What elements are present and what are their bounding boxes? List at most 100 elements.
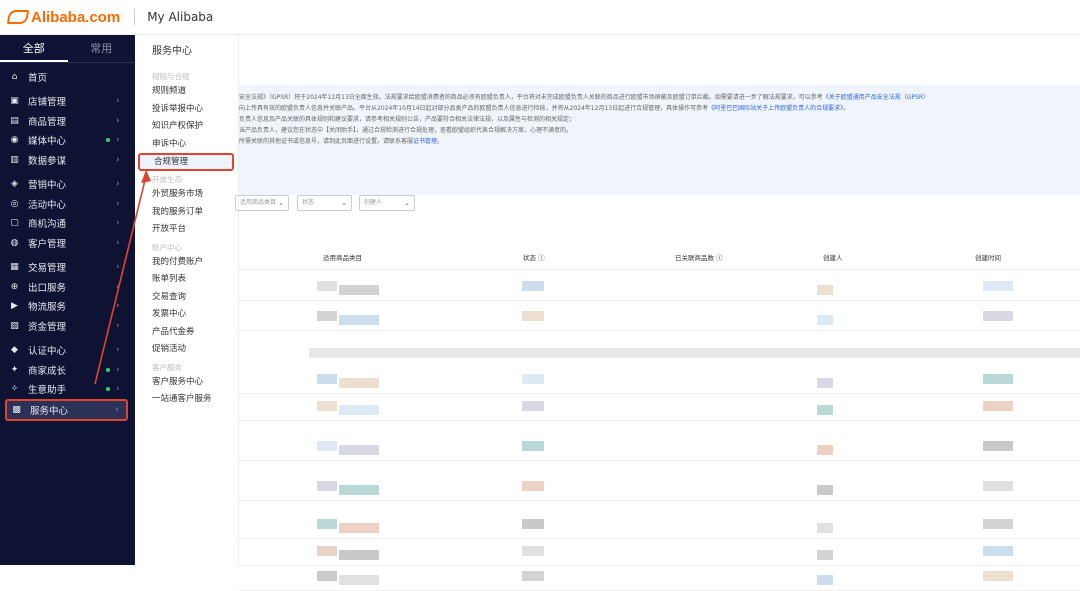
submenu-group-label: 规则与合规 — [152, 72, 190, 81]
table-header: 适用商品类目 状态 ⓘ 已关联商品数 ⓘ 创建人 创建时间 — [239, 242, 1080, 270]
sidebar-item-14[interactable]: ✦ 商家成长 › — [0, 360, 135, 380]
main-content: 安全法规》（GPSR）将于2024年12月13日全面生效。法规要求给欧盟消费者的… — [235, 35, 1080, 591]
sidebar-item-label: 认证中心 — [28, 346, 67, 358]
activity-icon: ◎ — [10, 198, 19, 209]
notice-text: 负责人信息及产品关联的具体规则和建议要求，请参考相关规则公告，产品要符合相关法律… — [239, 116, 576, 123]
top-bar: Alibaba.com My Alibaba — [0, 0, 1080, 35]
sidebar-item-7[interactable]: ▢ 商机沟通 › — [0, 214, 135, 234]
header-divider — [134, 9, 136, 25]
sidebar-item-2[interactable]: ▤ 商品管理 › — [0, 111, 135, 131]
submenu-item[interactable]: 一站通客户服务 — [152, 391, 238, 409]
blurred-cell-content — [817, 445, 833, 455]
sidebar-item-0[interactable]: ⌂ 首页 — [0, 67, 135, 87]
table-row[interactable] — [239, 368, 1080, 394]
alibaba-logo-icon — [6, 10, 30, 24]
column-header-2[interactable]: 已关联商品数 ⓘ — [675, 252, 723, 262]
submenu-item[interactable]: 申诉中心 — [152, 136, 238, 154]
table-row[interactable] — [239, 565, 1080, 591]
notice-link[interactable]: 证书管理 — [413, 138, 437, 145]
submenu-item[interactable]: 知识产权保护 — [152, 118, 238, 136]
filter-select-2[interactable]: 创建人 ⌄ — [359, 195, 415, 211]
sidebar-item-label: 店铺管理 — [28, 97, 67, 109]
table-row[interactable] — [239, 275, 1080, 301]
filter-placeholder: 创建人 — [364, 199, 383, 206]
assistant-icon: ✧ — [10, 384, 19, 395]
blurred-cell-content — [522, 571, 544, 581]
new-badge-dot — [106, 387, 110, 392]
column-header-label: 状态 — [523, 254, 536, 262]
sidebar-item-label: 首页 — [28, 72, 48, 84]
filter-select-0[interactable]: 适用商品类目 ⌄ — [235, 195, 289, 211]
sidebar-tab-1[interactable]: 常用 — [68, 35, 136, 62]
sidebar-item-8[interactable]: ◍ 客户管理 › — [0, 233, 135, 253]
submenu-item[interactable]: 我的服务订单 — [152, 204, 238, 222]
sidebar-tab-0[interactable]: 全部 — [0, 35, 68, 62]
app-title[interactable]: My Alibaba — [147, 10, 213, 24]
blurred-cell-content — [317, 481, 337, 491]
filter-select-1[interactable]: 状态 ⌄ — [297, 195, 352, 211]
notice-link[interactable]: 《阿里巴巴国际站关于上传欧盟负责人的合规要求》 — [708, 105, 843, 112]
blurred-cell-content — [817, 378, 833, 388]
blurred-cell-content — [817, 485, 833, 495]
logistics-icon: ▶ — [11, 301, 18, 312]
finance-icon: ▧ — [10, 320, 19, 331]
submenu-item[interactable]: 外贸服务市场 — [152, 186, 238, 204]
notice-text: 向上传具有效的欧盟负责人信息并关联产品。平台从2024年10月14日起对部分品类… — [239, 105, 709, 112]
submenu-item[interactable]: 投诉举报中心 — [152, 101, 238, 119]
help-circle-icon[interactable]: ⓘ — [714, 254, 723, 262]
blurred-cell-content — [317, 374, 337, 384]
sidebar-item-12[interactable]: ▧ 资金管理 › — [0, 316, 135, 336]
column-header-4[interactable]: 创建时间 — [975, 252, 1001, 262]
sidebar-item-11[interactable]: ▶ 物流服务 › — [0, 297, 135, 317]
help-circle-icon[interactable]: ⓘ — [536, 254, 545, 262]
sidebar-item-13[interactable]: ◆ 认证中心 › — [0, 341, 135, 361]
table-row[interactable] — [239, 540, 1080, 566]
table-row[interactable] — [239, 435, 1080, 461]
sidebar-item-4[interactable]: ▥ 数据参谋 › — [0, 150, 135, 170]
submenu-item[interactable]: 客户服务中心 — [152, 374, 238, 392]
submenu-item[interactable]: 账单列表 — [152, 271, 238, 289]
blurred-cell-content — [983, 481, 1013, 491]
submenu-item[interactable]: 规则频道 — [152, 83, 238, 101]
submenu-item[interactable]: 我的付费账户 — [152, 254, 238, 272]
blurred-cell-content — [983, 441, 1013, 451]
sidebar-item-15[interactable]: ✧ 生意助手 › — [0, 380, 135, 400]
sidebar-item-5[interactable]: ◈ 营销中心 › — [0, 175, 135, 195]
column-header-1[interactable]: 状态 ⓘ — [523, 252, 545, 262]
sidebar-item-16[interactable]: ▩ 服务中心 › — [5, 399, 128, 421]
table-row[interactable] — [239, 395, 1080, 421]
chevron-down-icon: ⌄ — [341, 199, 347, 207]
sidebar-item-3[interactable]: ◉ 媒体中心 › — [0, 131, 135, 151]
submenu-item[interactable]: 发票中心 — [152, 306, 238, 324]
submenu-title: 服务中心 — [152, 46, 192, 57]
submenu-item[interactable]: 促销活动 — [152, 341, 238, 359]
customer-icon: ◍ — [10, 237, 19, 248]
chevron-right-icon: › — [116, 198, 120, 209]
table-row[interactable] — [239, 475, 1080, 501]
submenu-group-label: 开放生态 — [152, 175, 182, 184]
notice-line: 所需关联的其他证书或信息号，请到此页面进行设置。请联系客服证书管理。 — [239, 136, 443, 145]
sidebar-item-10[interactable]: ⊕ 出口服务 › — [0, 277, 135, 297]
sidebar-item-label: 交易管理 — [28, 263, 67, 275]
notice-text: 当产品负责人，建议您在状态中【关闭助手】，通过合规检测进行合规处理，查看欧盟组织… — [239, 127, 573, 134]
table-row[interactable] — [239, 513, 1080, 539]
filter-placeholder: 适用商品类目 — [240, 199, 277, 206]
submenu-item[interactable]: 产品代金券 — [152, 324, 238, 342]
sidebar-item-6[interactable]: ◎ 活动中心 › — [0, 194, 135, 214]
column-header-0[interactable]: 适用商品类目 — [323, 252, 362, 262]
sidebar-item-9[interactable]: ▦ 交易管理 › — [0, 258, 135, 278]
column-header-label: 创建时间 — [975, 254, 1001, 262]
submenu-item[interactable]: 合规管理 — [138, 153, 234, 171]
alibaba-logo[interactable]: Alibaba.com — [6, 9, 120, 26]
submenu-item[interactable]: 交易查询 — [152, 289, 238, 307]
blurred-cell-content — [317, 546, 337, 556]
sidebar-item-1[interactable]: ▣ 店铺管理 › — [0, 92, 135, 112]
chevron-right-icon: › — [116, 345, 120, 356]
table-row[interactable] — [239, 305, 1080, 331]
column-header-3[interactable]: 创建人 — [823, 252, 843, 262]
submenu-item[interactable]: 开放平台 — [152, 221, 238, 239]
blurred-cell-content — [339, 575, 379, 585]
notice-link[interactable]: 《关于欧盟通用产品安全法规（GPSR） — [823, 94, 929, 101]
blurred-cell-content — [817, 315, 833, 325]
submenu-group-label: 客户服务 — [152, 362, 182, 372]
